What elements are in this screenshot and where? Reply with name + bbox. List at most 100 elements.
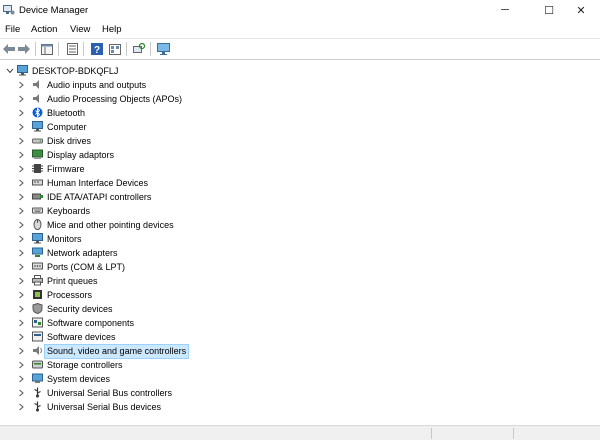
chevron-right-icon[interactable]: [17, 305, 25, 313]
chevron-right-icon[interactable]: [17, 389, 25, 397]
chevron-right-icon[interactable]: [17, 179, 25, 187]
back-button[interactable]: [2, 42, 16, 56]
forward-arrow-icon: [18, 44, 30, 54]
scan-hardware-icon: [133, 43, 145, 53]
tree-category[interactable]: Firmware: [0, 162, 600, 176]
device-list-button[interactable]: [65, 42, 79, 56]
tree-category[interactable]: System devices: [0, 372, 600, 386]
toolbar-separator: [58, 42, 59, 56]
tree-category[interactable]: Sound, video and game controllers: [0, 344, 600, 359]
tree-category[interactable]: Storage controllers: [0, 358, 600, 372]
mouse-icon: [33, 219, 42, 230]
chevron-right-icon[interactable]: [17, 221, 25, 229]
chevron-right-icon[interactable]: [17, 291, 25, 299]
chevron-right-icon[interactable]: [17, 333, 25, 341]
tree-category-label: System devices: [47, 374, 111, 384]
toolbar-separator: [83, 42, 84, 56]
menu-file[interactable]: File: [5, 24, 20, 35]
svg-text:?: ?: [94, 45, 100, 55]
ide-controller-icon: [32, 193, 43, 200]
speaker-icon: [33, 94, 39, 103]
chevron-right-icon[interactable]: [17, 235, 25, 243]
processor-icon: [33, 290, 42, 299]
chevron-right-icon[interactable]: [17, 165, 25, 173]
tree-category[interactable]: Display adaptors: [0, 148, 600, 162]
tree-category[interactable]: Keyboards: [0, 204, 600, 218]
speaker-icon: [33, 80, 39, 89]
system-icon: [32, 373, 43, 383]
chevron-right-icon[interactable]: [17, 207, 25, 215]
view-icon: [109, 43, 121, 55]
computer-icon: [32, 121, 43, 132]
chevron-right-icon[interactable]: [17, 375, 25, 383]
sound-icon: [33, 346, 42, 355]
tree-category[interactable]: Monitors: [0, 232, 600, 246]
view-button[interactable]: [108, 42, 122, 56]
usb-icon: [34, 387, 41, 398]
status-divider: [431, 428, 432, 439]
chevron-right-icon[interactable]: [17, 319, 25, 327]
tree-category-label: Software devices: [47, 332, 116, 342]
scan-hardware-button[interactable]: [132, 42, 146, 56]
chevron-right-icon[interactable]: [17, 95, 25, 103]
tree-category[interactable]: Ports (COM & LPT): [0, 260, 600, 274]
tree-category[interactable]: Human Interface Devices: [0, 176, 600, 190]
printer-icon: [32, 275, 43, 286]
tree-category[interactable]: Print queues: [0, 274, 600, 288]
tree-category-label: Monitors: [47, 234, 82, 244]
chevron-right-icon[interactable]: [17, 361, 25, 369]
tree-category-label: Universal Serial Bus controllers: [47, 388, 173, 398]
chevron-right-icon[interactable]: [17, 193, 25, 201]
usb-icon: [34, 401, 41, 412]
minimize-button[interactable]: ─: [486, 0, 524, 20]
title-bar: Device Manager ─ ☐ ✕: [0, 0, 600, 20]
chevron-right-icon[interactable]: [17, 263, 25, 271]
tree-category[interactable]: Universal Serial Bus devices: [0, 400, 600, 414]
tree-category-label: IDE ATA/ATAPI controllers: [47, 192, 152, 202]
device-tree[interactable]: DESKTOP-BDKQFLJ Audio inputs and outputs…: [0, 61, 600, 425]
tree-category[interactable]: IDE ATA/ATAPI controllers: [0, 190, 600, 204]
tree-category[interactable]: Mice and other pointing devices: [0, 218, 600, 232]
chevron-right-icon[interactable]: [17, 151, 25, 159]
tree-category[interactable]: Software devices: [0, 330, 600, 344]
tree-category-label: Mice and other pointing devices: [47, 220, 174, 230]
help-button[interactable]: ?: [90, 42, 104, 56]
disk-drive-icon: [32, 138, 43, 144]
tree-category[interactable]: Processors: [0, 288, 600, 302]
device-list-icon: [66, 43, 78, 55]
chevron-right-icon[interactable]: [17, 277, 25, 285]
chevron-right-icon[interactable]: [17, 249, 25, 257]
monitor-button[interactable]: [156, 42, 170, 56]
security-icon: [32, 303, 43, 314]
tree-category-label: Security devices: [47, 304, 113, 314]
chevron-right-icon[interactable]: [17, 109, 25, 117]
forward-button[interactable]: [17, 42, 31, 56]
tree-root[interactable]: DESKTOP-BDKQFLJ: [0, 64, 600, 78]
storage-icon: [32, 360, 43, 369]
chevron-right-icon[interactable]: [17, 123, 25, 131]
tree-category-label: Computer: [47, 122, 87, 132]
chevron-down-icon[interactable]: [6, 67, 14, 75]
tree-category[interactable]: Audio Processing Objects (APOs): [0, 92, 600, 106]
toolbar-separator: [150, 42, 151, 56]
chevron-right-icon[interactable]: [17, 81, 25, 89]
tree-category[interactable]: Disk drives: [0, 134, 600, 148]
menu-help[interactable]: Help: [102, 24, 122, 35]
computer-name: DESKTOP-BDKQFLJ: [32, 66, 119, 76]
software-device-icon: [32, 331, 43, 342]
tree-category[interactable]: Network adapters: [0, 246, 600, 260]
close-button[interactable]: ✕: [562, 0, 600, 20]
tree-category-label: Display adaptors: [47, 150, 115, 160]
menu-view[interactable]: View: [70, 24, 90, 35]
chevron-right-icon[interactable]: [17, 347, 25, 355]
chevron-right-icon[interactable]: [17, 403, 25, 411]
tree-category[interactable]: Bluetooth: [0, 106, 600, 120]
menu-action[interactable]: Action: [31, 24, 57, 35]
tree-category[interactable]: Audio inputs and outputs: [0, 78, 600, 92]
tree-category[interactable]: Universal Serial Bus controllers: [0, 386, 600, 400]
tree-category[interactable]: Computer: [0, 120, 600, 134]
tree-category[interactable]: Software components: [0, 316, 600, 330]
chevron-right-icon[interactable]: [17, 137, 25, 145]
properties-pane-button[interactable]: [40, 42, 54, 56]
tree-category[interactable]: Security devices: [0, 302, 600, 316]
